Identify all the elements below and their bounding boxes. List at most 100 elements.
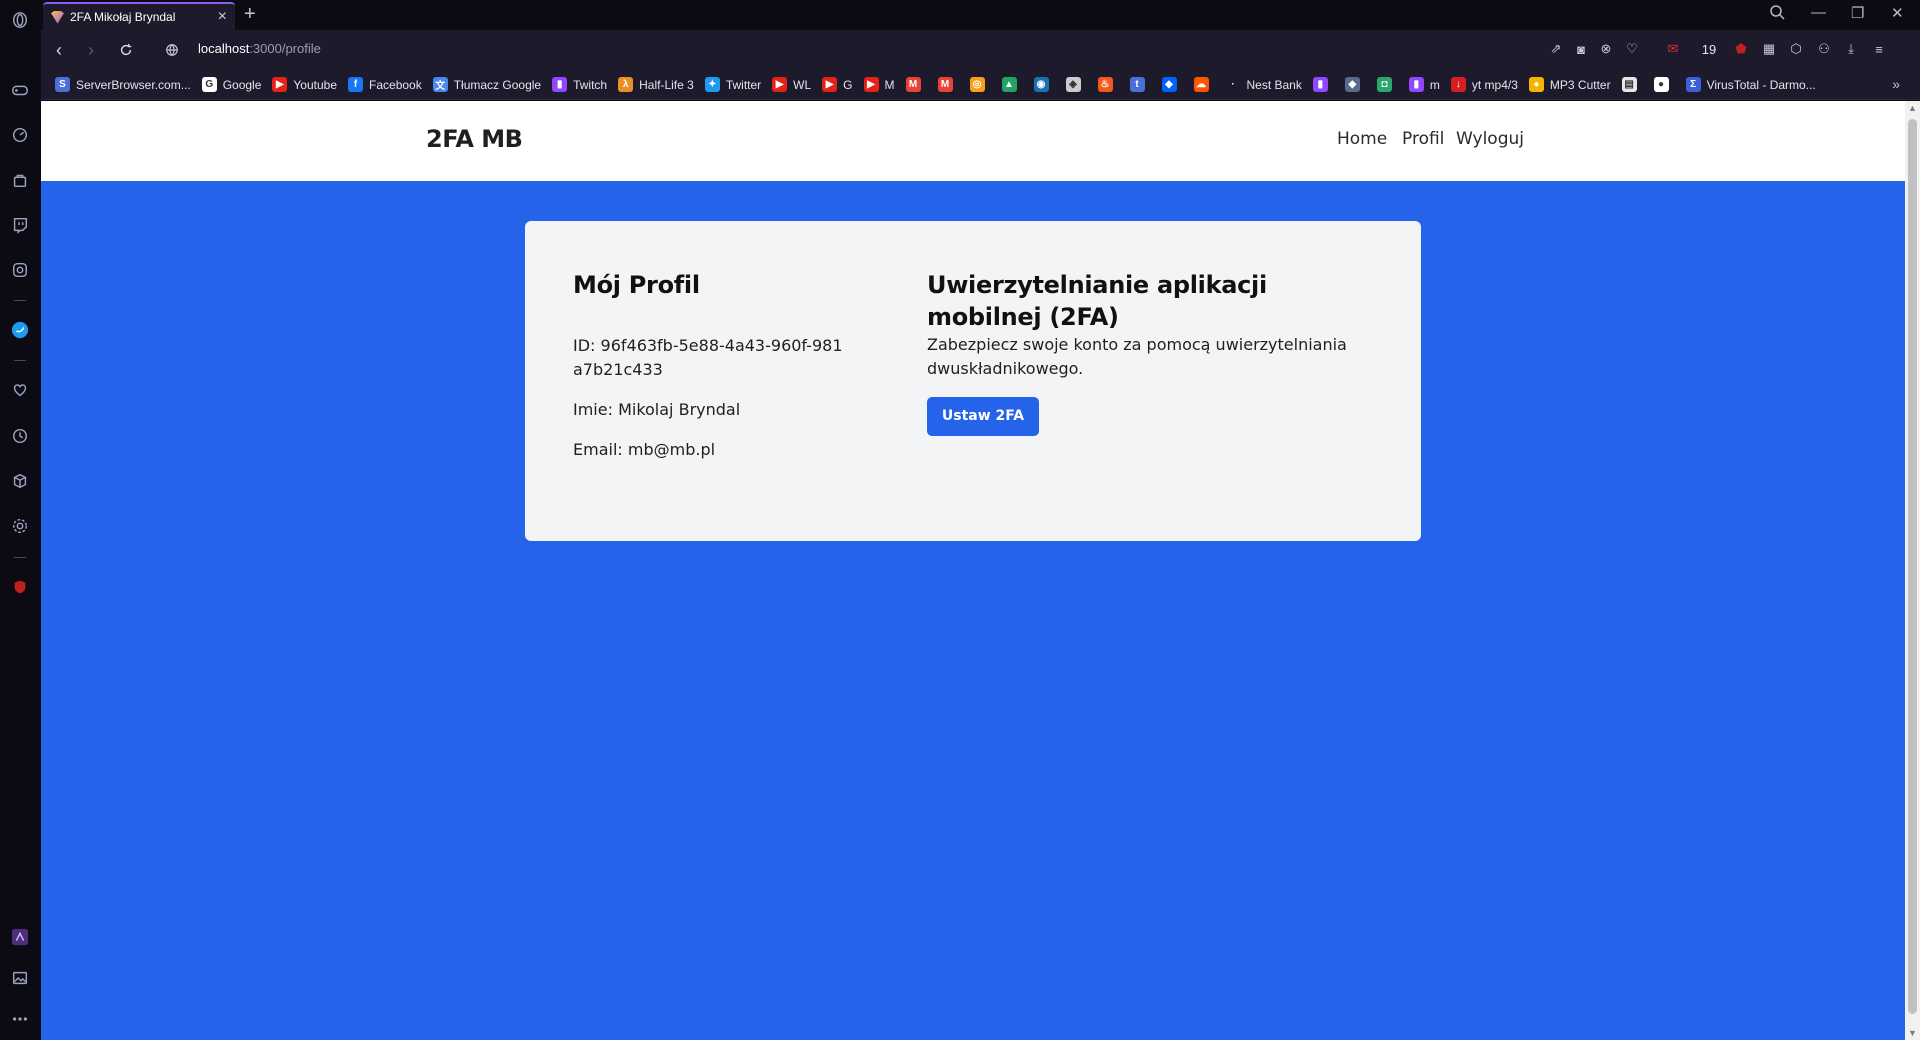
forward-button[interactable]: › bbox=[79, 38, 103, 62]
twofa-column: Uwierzytelnianie aplikacji mobilnej (2FA… bbox=[927, 269, 1387, 436]
bookmark-item[interactable]: ▶ WL bbox=[772, 77, 811, 92]
heart-outline-icon[interactable]: ♡ bbox=[1624, 41, 1640, 57]
bookmark-item[interactable]: ▮ Twitch bbox=[552, 77, 607, 92]
settings-gear-icon[interactable] bbox=[9, 515, 31, 537]
bookmarks-bar: S ServerBrowser.com... G Google ▶ Youtube f Fac… bbox=[41, 70, 1920, 100]
instagram-icon[interactable] bbox=[9, 259, 31, 281]
qr-code-icon[interactable]: ▦ bbox=[1761, 41, 1777, 57]
bookmark-item[interactable]: ▮ bbox=[1312, 77, 1334, 92]
bookmark-item[interactable]: ♨ bbox=[1097, 77, 1119, 92]
twitter-icon[interactable] bbox=[9, 319, 31, 341]
bookmark-item[interactable]: ◆ bbox=[1161, 77, 1183, 92]
mail-icon[interactable]: ✉ bbox=[1665, 41, 1681, 57]
heart-icon[interactable] bbox=[9, 379, 31, 401]
browser-tab[interactable]: 2FA Mikołaj Bryndal × bbox=[43, 2, 235, 30]
bag-icon[interactable] bbox=[9, 169, 31, 191]
tab-strip: 2FA Mikołaj Bryndal × + — ❐ ✕ bbox=[41, 0, 1920, 30]
bookmark-item[interactable]: ▤ bbox=[1621, 77, 1643, 92]
ublock-icon[interactable] bbox=[9, 576, 31, 598]
bookmark-item[interactable]: Σ VirusTotal - Darmo... bbox=[1685, 77, 1816, 92]
block-icon[interactable]: ⊗ bbox=[1598, 41, 1614, 57]
nav-wyloguj-link[interactable]: Wyloguj bbox=[1456, 129, 1524, 149]
camera-icon[interactable]: ◙ bbox=[1573, 41, 1589, 57]
tf-icon: t bbox=[1129, 77, 1145, 92]
bookmark-item[interactable]: ✦ Twitter bbox=[704, 77, 761, 92]
box-icon[interactable]: ⬡ bbox=[1788, 41, 1804, 57]
bookmark-item[interactable]: ▶ M bbox=[863, 77, 895, 92]
bookmark-item[interactable]: ◉ bbox=[1033, 77, 1055, 92]
bookmark-item[interactable]: G Google bbox=[201, 77, 261, 92]
site-brand[interactable]: 2FA MB bbox=[426, 125, 523, 153]
minimize-icon[interactable]: — bbox=[1811, 4, 1826, 21]
gmail-icon: M bbox=[937, 77, 953, 92]
profile-heading: Mój Profil bbox=[573, 271, 700, 299]
more-dots-icon[interactable] bbox=[9, 1008, 31, 1030]
user-name-text: Imie: Mikolaj Bryndal bbox=[573, 400, 741, 419]
menu-icon[interactable]: ≡ bbox=[1871, 41, 1887, 57]
cube-icon[interactable] bbox=[9, 470, 31, 492]
bookmark-item[interactable]: 文 Tłumacz Google bbox=[432, 77, 541, 92]
site-info-globe-icon[interactable] bbox=[160, 38, 184, 62]
speedometer-icon[interactable] bbox=[9, 124, 31, 146]
gamepad-icon[interactable] bbox=[9, 79, 31, 101]
bookmark-item[interactable]: ● MP3 Cutter bbox=[1528, 77, 1611, 92]
user-icon[interactable]: ⚇ bbox=[1816, 41, 1832, 57]
bookmark-item[interactable]: · Nest Bank bbox=[1225, 77, 1302, 92]
share-icon[interactable]: ⇗ bbox=[1548, 41, 1564, 57]
fire-icon: ♨ bbox=[1097, 77, 1113, 92]
bookmark-item[interactable]: ◆ bbox=[1344, 77, 1366, 92]
nav-home-link[interactable]: Home bbox=[1337, 129, 1387, 149]
bookmark-item[interactable]: t bbox=[1129, 77, 1151, 92]
aria-icon[interactable] bbox=[9, 926, 31, 948]
twitch-icon[interactable] bbox=[9, 214, 31, 236]
restore-icon[interactable]: ❐ bbox=[1851, 4, 1864, 22]
reload-button[interactable] bbox=[114, 38, 138, 62]
bookmark-item[interactable]: λ Half-Life 3 bbox=[618, 77, 694, 92]
bookmark-label: Youtube bbox=[293, 77, 338, 92]
page-scrollbar[interactable]: ▲ ▼ bbox=[1905, 101, 1920, 1040]
gallery-icon[interactable] bbox=[9, 967, 31, 989]
bookmark-item[interactable]: M bbox=[937, 77, 959, 92]
bookmark-item[interactable]: ▶ Youtube bbox=[272, 77, 337, 92]
bookmark-item[interactable]: M bbox=[905, 77, 927, 92]
bookmark-item[interactable]: ◈ bbox=[1065, 77, 1087, 92]
setup-2fa-button[interactable]: Ustaw 2FA bbox=[927, 397, 1039, 436]
translate-icon: 文 bbox=[432, 77, 448, 92]
youtube-icon: ▶ bbox=[822, 77, 838, 92]
download-icon[interactable]: ⤓ bbox=[1843, 41, 1859, 57]
new-tab-button[interactable]: + bbox=[244, 3, 256, 26]
history-clock-icon[interactable] bbox=[9, 425, 31, 447]
twitch-icon: ▮ bbox=[1312, 77, 1328, 92]
bookmark-item[interactable]: S ServerBrowser.com... bbox=[55, 77, 191, 92]
address-bar-row: ‹ › localhost:3000/profile ⇗ ◙ ⊗ ♡ ✉ 19 … bbox=[41, 30, 1920, 70]
ublock-extension-icon[interactable]: ⬟ bbox=[1733, 41, 1749, 57]
back-button[interactable]: ‹ bbox=[47, 38, 71, 62]
search-tabs-icon[interactable] bbox=[1769, 4, 1785, 24]
close-window-icon[interactable]: ✕ bbox=[1891, 4, 1904, 22]
bookmark-item[interactable]: ◘ bbox=[1376, 77, 1398, 92]
url-field[interactable]: localhost:3000/profile bbox=[198, 41, 321, 56]
tab-favicon-icon bbox=[51, 10, 64, 24]
bookmark-item[interactable]: ↓ yt mp4/3 bbox=[1450, 77, 1518, 92]
site-header: 2FA MB Home Profil Wyloguj bbox=[41, 101, 1905, 181]
bookmark-item[interactable]: ▶ G bbox=[822, 77, 853, 92]
bookmark-item[interactable]: ● bbox=[1653, 77, 1675, 92]
opera-logo-icon[interactable] bbox=[9, 9, 31, 31]
gmail-icon: M bbox=[905, 77, 921, 92]
nav-profil-link[interactable]: Profil bbox=[1402, 129, 1444, 149]
bookmark-item[interactable]: ◎ bbox=[969, 77, 991, 92]
halflife-icon: λ bbox=[618, 77, 634, 92]
scrollbar-thumb[interactable] bbox=[1908, 119, 1917, 1014]
scroll-down-arrow-icon[interactable]: ▼ bbox=[1908, 1028, 1917, 1038]
scroll-up-arrow-icon[interactable]: ▲ bbox=[1908, 103, 1917, 113]
bookmark-item[interactable]: ▮ m bbox=[1408, 77, 1440, 92]
github-icon: ● bbox=[1653, 77, 1669, 92]
bookmark-item[interactable]: f Facebook bbox=[348, 77, 422, 92]
bookmarks-overflow-icon[interactable]: » bbox=[1892, 76, 1900, 92]
twitter-icon: ✦ bbox=[704, 77, 720, 92]
close-tab-icon[interactable]: × bbox=[218, 8, 227, 26]
bookmark-item[interactable]: ▲ bbox=[1001, 77, 1023, 92]
dropbox-icon: ◆ bbox=[1161, 77, 1177, 92]
user-email-text: Email: mb@mb.pl bbox=[573, 440, 716, 459]
bookmark-item[interactable]: ☁ bbox=[1193, 77, 1215, 92]
